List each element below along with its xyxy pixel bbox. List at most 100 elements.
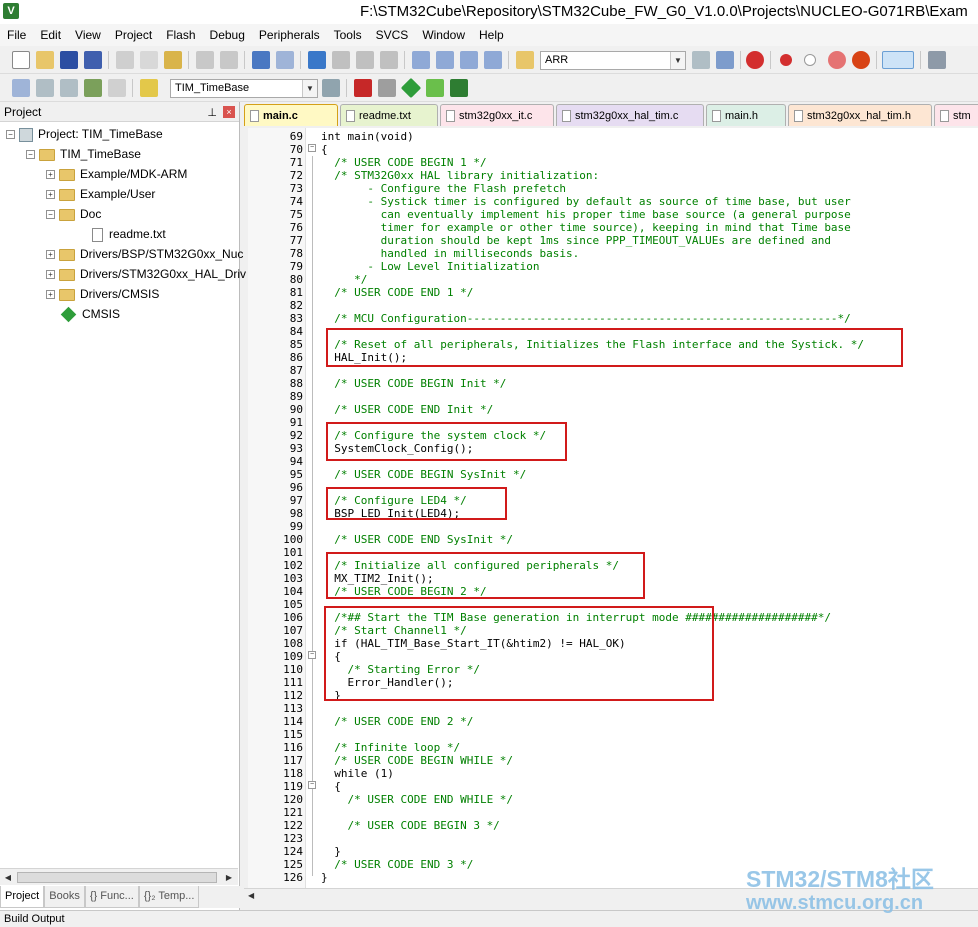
- stop-build-icon[interactable]: [108, 79, 126, 97]
- clear-breakpoints-icon[interactable]: [828, 51, 846, 69]
- collapse-icon[interactable]: −: [6, 130, 15, 140]
- nav-forward-icon[interactable]: [276, 51, 294, 69]
- new-file-icon[interactable]: [12, 51, 30, 69]
- expand-icon[interactable]: +: [46, 250, 55, 260]
- fold-minus-icon[interactable]: −: [308, 781, 316, 789]
- expand-icon[interactable]: +: [46, 290, 55, 300]
- close-icon[interactable]: ×: [223, 106, 235, 118]
- find-in-files-icon[interactable]: [516, 51, 534, 69]
- menu-flash[interactable]: Flash: [159, 24, 202, 46]
- line-number: 85: [289, 338, 303, 351]
- debug-session-icon[interactable]: [746, 51, 764, 69]
- next-bookmark-icon[interactable]: [356, 51, 374, 69]
- tab-stm32g0xx-hal-tim-h[interactable]: stm32g0xx_hal_tim.h: [788, 104, 932, 126]
- incremental-find-icon[interactable]: [716, 51, 734, 69]
- tree-group-bsp[interactable]: + Drivers/BSP/STM32G0xx_Nuc: [46, 244, 243, 264]
- menu-debug[interactable]: Debug: [203, 24, 252, 46]
- menu-project[interactable]: Project: [108, 24, 159, 46]
- clear-bookmarks-icon[interactable]: [380, 51, 398, 69]
- expand-icon[interactable]: +: [46, 270, 55, 280]
- tree-group-cmsis[interactable]: + Drivers/CMSIS: [46, 284, 159, 304]
- tab-stm32g0xx-hal-tim-c[interactable]: stm32g0xx_hal_tim.c: [556, 104, 704, 126]
- tab-main-h[interactable]: main.h: [706, 104, 786, 126]
- fold-minus-icon[interactable]: −: [308, 651, 316, 659]
- copy-icon[interactable]: [140, 51, 158, 69]
- paste-icon[interactable]: [164, 51, 182, 69]
- tab-books[interactable]: Books: [44, 886, 85, 908]
- manage-project-icon[interactable]: [354, 79, 372, 97]
- scrollbar-thumb[interactable]: [17, 872, 217, 883]
- tree-component-cmsis[interactable]: CMSIS: [60, 304, 120, 324]
- expand-icon[interactable]: +: [46, 170, 55, 180]
- kill-breakpoints-icon[interactable]: [852, 51, 870, 69]
- nav-back-icon[interactable]: [252, 51, 270, 69]
- tab-stm32g0xx-it-c[interactable]: stm32g0xx_it.c: [440, 104, 554, 126]
- expand-icon[interactable]: +: [46, 190, 55, 200]
- target-combo[interactable]: TIM_TimeBase ▼: [170, 79, 318, 98]
- find-icon[interactable]: [692, 51, 710, 69]
- scroll-right-icon[interactable]: ▶: [222, 871, 236, 884]
- tree-group-mdk-arm[interactable]: + Example/MDK-ARM: [46, 164, 187, 184]
- prev-bookmark-icon[interactable]: [332, 51, 350, 69]
- configure-icon[interactable]: [928, 51, 946, 69]
- tab-functions[interactable]: {} Func...: [84, 886, 139, 908]
- tree-file-readme[interactable]: readme.txt: [92, 224, 166, 244]
- tree-project-root[interactable]: − Project: TIM_TimeBase: [6, 124, 163, 144]
- select-packs-icon[interactable]: [378, 79, 396, 97]
- project-horizontal-scrollbar[interactable]: ◀ ▶: [0, 868, 238, 885]
- uncomment-icon[interactable]: [484, 51, 502, 69]
- menu-edit[interactable]: Edit: [33, 24, 68, 46]
- highlight-hal-init: [326, 328, 903, 367]
- pack-installer-icon[interactable]: [426, 79, 444, 97]
- pack-update-icon[interactable]: [450, 79, 468, 97]
- save-all-icon[interactable]: [84, 51, 102, 69]
- line-number: 87: [289, 364, 303, 377]
- rte-icon[interactable]: [400, 77, 422, 99]
- rebuild-icon[interactable]: [60, 79, 78, 97]
- target-options-icon[interactable]: [322, 79, 340, 97]
- tree-group-hal-driver[interactable]: + Drivers/STM32G0xx_HAL_Driv: [46, 264, 246, 284]
- fold-minus-icon[interactable]: −: [308, 144, 316, 152]
- download-icon[interactable]: [140, 79, 158, 97]
- menu-window[interactable]: Window: [415, 24, 472, 46]
- redo-icon[interactable]: [220, 51, 238, 69]
- comment-icon[interactable]: [460, 51, 478, 69]
- menu-file[interactable]: File: [0, 24, 33, 46]
- undo-icon[interactable]: [196, 51, 214, 69]
- tree-group-user[interactable]: + Example/User: [46, 184, 155, 204]
- tab-stm-truncated[interactable]: stm: [934, 104, 978, 126]
- batch-build-icon[interactable]: [84, 79, 102, 97]
- cut-icon[interactable]: [116, 51, 134, 69]
- scroll-left-icon[interactable]: ◀: [248, 891, 254, 900]
- menu-view[interactable]: View: [68, 24, 108, 46]
- bookmark-icon[interactable]: [308, 51, 326, 69]
- scroll-left-icon[interactable]: ◀: [1, 871, 15, 884]
- chevron-down-icon[interactable]: ▼: [670, 52, 685, 69]
- unindent-icon[interactable]: [436, 51, 454, 69]
- tree-group-doc[interactable]: − Doc: [46, 204, 101, 224]
- line-number: 106: [283, 611, 303, 624]
- pin-icon[interactable]: ⊥: [207, 103, 217, 123]
- menu-tools[interactable]: Tools: [327, 24, 369, 46]
- collapse-icon[interactable]: −: [46, 210, 55, 220]
- chevron-down-icon[interactable]: ▼: [302, 80, 317, 97]
- open-folder-icon[interactable]: [36, 51, 54, 69]
- menu-svcs[interactable]: SVCS: [369, 24, 416, 46]
- collapse-icon[interactable]: −: [26, 150, 35, 160]
- tab-readme-txt[interactable]: readme.txt: [340, 104, 438, 126]
- window-layout-icon[interactable]: [882, 51, 914, 69]
- breakpoint-icon[interactable]: [780, 54, 792, 66]
- indent-icon[interactable]: [412, 51, 430, 69]
- translate-icon[interactable]: [12, 79, 30, 97]
- find-combo[interactable]: ARR ▼: [540, 51, 686, 70]
- tab-project[interactable]: Project: [0, 886, 45, 908]
- menu-help[interactable]: Help: [472, 24, 511, 46]
- tree-target[interactable]: − TIM_TimeBase: [26, 144, 141, 164]
- build-icon[interactable]: [36, 79, 54, 97]
- tab-templates[interactable]: {}₂ Temp...: [138, 886, 200, 908]
- disable-breakpoint-icon[interactable]: [804, 54, 816, 66]
- save-icon[interactable]: [60, 51, 78, 69]
- line-number: 123: [283, 832, 303, 845]
- menu-peripherals[interactable]: Peripherals: [252, 24, 327, 46]
- tab-main-c[interactable]: main.c: [244, 104, 338, 126]
